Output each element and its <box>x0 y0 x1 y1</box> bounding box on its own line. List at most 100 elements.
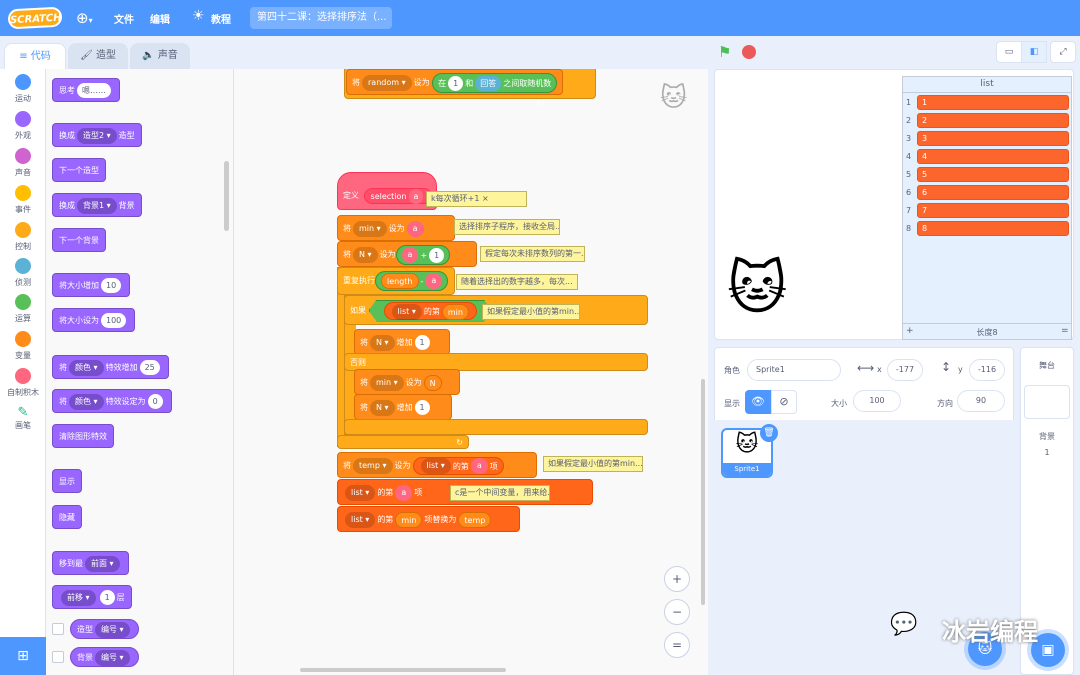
comment-min[interactable]: 选择排序子程序，接收全局... <box>454 219 560 235</box>
effect-dropdown-2[interactable]: 颜色 ▾ <box>69 393 104 410</box>
small-stage-button[interactable]: ▭ <box>996 41 1022 63</box>
block-next-costume[interactable]: 下一个造型 <box>52 158 106 182</box>
project-title-input[interactable]: 第四十二课：选择排序法（... <box>250 7 392 29</box>
block-switch-costume[interactable]: 换成 造型2 ▾ 造型 <box>52 123 142 147</box>
list-item[interactable]: 3 <box>917 131 1069 146</box>
zoom-reset-button[interactable]: = <box>664 632 690 658</box>
list-resize-handle[interactable]: = <box>1061 326 1069 336</box>
change-effect-input[interactable]: 25 <box>139 360 160 375</box>
list-item[interactable]: 5 <box>917 167 1069 182</box>
block-set-effect[interactable]: 将颜色 ▾ 特效设定为 0 <box>52 389 172 413</box>
show-hidden-button[interactable]: ⊘ <box>771 390 797 414</box>
category-events[interactable]: 事件 <box>0 185 46 215</box>
replace-min-block[interactable]: list ▾ 的第 min 项替换为 temp <box>337 506 520 532</box>
list-item[interactable]: 2 <box>917 113 1069 128</box>
green-flag-icon[interactable]: ⚑ <box>718 43 731 61</box>
category-variables[interactable]: 变量 <box>0 331 46 361</box>
script-area[interactable]: 将 random ▾ 设为 在 1 和回答 之间取随机数 ↻ 🐱 定义 selection… <box>234 69 708 675</box>
zoom-out-button[interactable]: − <box>664 599 690 625</box>
backdrop-dropdown[interactable]: 背景1 ▾ <box>77 197 117 214</box>
set-min-block[interactable]: 将 min ▾ 设为 a <box>337 215 455 241</box>
layer-input[interactable]: 1 <box>99 590 115 605</box>
category-sensing[interactable]: 侦测 <box>0 258 46 288</box>
tab-costumes[interactable]: 🖌 造型 <box>68 43 128 69</box>
N-var-dropdown[interactable]: N ▾ <box>353 246 378 263</box>
compare-reporter[interactable]: list ▾ 的第 min <box>369 300 492 322</box>
define-selection-block[interactable]: 定义 selection a <box>337 172 437 210</box>
direction-input[interactable]: 90 <box>957 390 1005 412</box>
comment-if[interactable]: 如果假定最小值的第min... <box>482 304 580 320</box>
block-switch-backdrop[interactable]: 换成 背景1 ▾ 背景 <box>52 193 142 217</box>
think-input[interactable]: 嗯…… <box>77 83 111 98</box>
block-think[interactable]: 思考 嗯…… <box>52 78 120 102</box>
tab-sounds[interactable]: 🔈 声音 <box>130 43 190 69</box>
category-looks[interactable]: 外观 <box>0 111 46 141</box>
block-go-to-layer[interactable]: 移到最 前面 ▾ <box>52 551 129 575</box>
list-item[interactable]: 7 <box>917 203 1069 218</box>
category-sound[interactable]: 声音 <box>0 148 46 178</box>
y-input[interactable]: -116 <box>969 359 1005 381</box>
tab-code[interactable]: ≡ 代码 <box>4 43 66 69</box>
comment-N[interactable]: 假定每次未排序数列的第一... <box>480 246 585 262</box>
block-change-effect[interactable]: 将颜色 ▾ 特效增加 25 <box>52 355 169 379</box>
size-input[interactable]: 100 <box>853 390 901 412</box>
forward-dropdown[interactable]: 前移 ▾ <box>61 589 96 606</box>
change-N-block[interactable]: 将N ▾ 增加 1 <box>354 329 450 355</box>
category-myblocks[interactable]: 自制积木 <box>0 368 46 398</box>
backdrop-checkbox[interactable] <box>52 651 64 663</box>
set-temp-block[interactable]: 将 temp ▾ 设为 list ▾ 的第 a 项 <box>337 452 537 478</box>
comment-define[interactable]: k每次循环+1 × <box>426 191 527 207</box>
category-pen[interactable]: ✎ 画笔 <box>0 405 46 431</box>
set-effect-input[interactable]: 0 <box>147 394 163 409</box>
normal-stage-button[interactable]: ◧ <box>1021 41 1047 63</box>
cat-sprite[interactable]: 🐱 <box>727 254 787 322</box>
comment-temp[interactable]: 如果假定最小值的第min... <box>543 456 643 472</box>
category-motion[interactable]: 运动 <box>0 74 46 104</box>
costume-checkbox[interactable] <box>52 623 64 635</box>
vertical-scrollbar[interactable] <box>701 379 705 605</box>
block-clear-effects[interactable]: 清除图形特效 <box>52 424 114 448</box>
language-globe-icon[interactable]: ⊕▾ <box>76 9 93 27</box>
delete-sprite-button[interactable]: 🗑 <box>760 424 778 442</box>
x-input[interactable]: -177 <box>887 359 923 381</box>
menu-file[interactable]: 文件 <box>114 11 134 26</box>
list-item[interactable]: 1 <box>917 95 1069 110</box>
else-set-min-block[interactable]: 将 min ▾ 设为 N <box>354 369 460 395</box>
palette-scrollbar[interactable] <box>224 161 229 231</box>
block-backdrop-number[interactable]: 背景 编号 ▾ <box>70 647 139 667</box>
sprite-name-input[interactable]: Sprite1 <box>747 359 841 381</box>
backdrop-number-dropdown[interactable]: 编号 ▾ <box>95 649 130 666</box>
costume-dropdown[interactable]: 造型2 ▾ <box>77 127 117 144</box>
menu-tutorials[interactable]: 教程 <box>211 11 231 26</box>
set-random-block[interactable]: 将 random ▾ 设为 在 1 和回答 之间取随机数 <box>346 69 564 95</box>
repeat-block[interactable]: 重复执行 length - a <box>337 267 455 295</box>
show-visible-button[interactable]: 👁 <box>745 390 771 414</box>
block-next-backdrop[interactable]: 下一个背景 <box>52 228 106 252</box>
block-set-size[interactable]: 将大小设为 100 <box>52 308 136 332</box>
stage-backdrop-thumb[interactable] <box>1024 385 1070 419</box>
block-hide[interactable]: 隐藏 <box>52 505 82 529</box>
block-costume-number[interactable]: 造型 编号 ▾ <box>70 619 139 639</box>
block-go-layers[interactable]: 前移 ▾ 1 层 <box>52 585 132 609</box>
min-var-dropdown[interactable]: min ▾ <box>353 220 387 237</box>
else-change-N-block[interactable]: 将N ▾ 增加 1 <box>354 394 452 420</box>
change-size-input[interactable]: 10 <box>101 278 122 293</box>
comment-replace[interactable]: c是一个中间变量，用来给... <box>450 485 550 501</box>
horizontal-scrollbar[interactable] <box>300 668 506 672</box>
comment-repeat[interactable]: 随着选择出的数字越多，每次... <box>456 274 578 290</box>
block-show[interactable]: 显示 <box>52 469 82 493</box>
list-item[interactable]: 4 <box>917 149 1069 164</box>
set-N-block[interactable]: 将N ▾ 设为 a +1 <box>337 241 477 267</box>
stop-icon[interactable] <box>742 45 756 59</box>
fullscreen-button[interactable]: ⤢ <box>1050 41 1076 63</box>
list-item[interactable]: 8 <box>917 221 1069 236</box>
add-extension-button[interactable]: ⊞ <box>0 637 46 675</box>
layer-dropdown[interactable]: 前面 ▾ <box>85 555 120 572</box>
list-item[interactable]: 6 <box>917 185 1069 200</box>
menu-edit[interactable]: 编辑 <box>150 11 170 26</box>
zoom-in-button[interactable]: + <box>664 566 690 592</box>
scratch-logo[interactable]: SCRATCH <box>7 6 63 30</box>
category-control[interactable]: 控制 <box>0 222 46 252</box>
block-change-size[interactable]: 将大小增加 10 <box>52 273 131 297</box>
effect-dropdown[interactable]: 颜色 ▾ <box>69 359 104 376</box>
